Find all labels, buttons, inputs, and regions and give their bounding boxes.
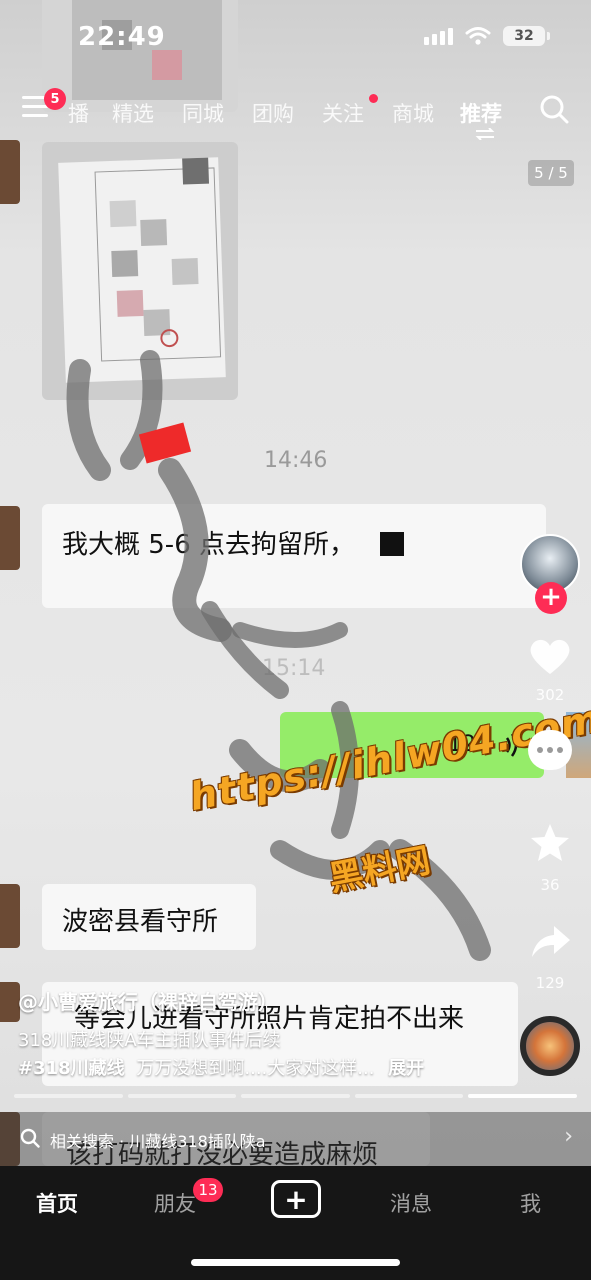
cellular-signal-icon [424, 27, 453, 45]
menu-badge: 5 [44, 88, 66, 110]
favorite-star-icon[interactable] [528, 822, 572, 864]
home-indicator [191, 1259, 400, 1266]
chat-avatar-left [0, 982, 20, 1022]
progress-segment [127, 1094, 237, 1098]
tab-mall[interactable]: 商城 [392, 98, 434, 128]
search-icon[interactable] [539, 94, 569, 124]
status-time: 22:49 [78, 22, 166, 52]
search-icon [20, 1128, 40, 1148]
like-heart-icon[interactable] [528, 636, 572, 676]
tab-live[interactable]: 播 [68, 98, 89, 128]
video-screen[interactable]: 14:46 我大概 5-6 点去拘留所， 15:14 12" 波密县看守所 等会… [0, 0, 591, 1280]
favorite-count: 36 [540, 876, 560, 894]
chat-avatar-left [0, 140, 20, 204]
tab-group-buy[interactable]: 团购 [252, 98, 294, 128]
page-indicator: 5 / 5 [528, 160, 574, 186]
caption-desc: 万万没想到啊....大家对这样... [136, 1058, 375, 1079]
related-search-bar[interactable]: 相关搜索 · 川藏线318插队陕a › [0, 1112, 591, 1166]
tab-home[interactable]: 首页 [36, 1188, 78, 1218]
chat-avatar-left [0, 506, 20, 570]
progress-segment [14, 1094, 123, 1098]
status-indicators: 32 [424, 26, 550, 46]
progress-segment [354, 1094, 464, 1098]
share-count: 129 [535, 974, 565, 992]
caption-line: #318川藏线 万万没想到啊....大家对这样... 展开 [18, 1054, 424, 1080]
author-name[interactable]: @小曹爱旅行（裸辞自驾游） [18, 986, 278, 1015]
create-button[interactable]: + [271, 1180, 321, 1218]
share-arrow-icon[interactable] [530, 924, 572, 960]
tab-friends[interactable]: 朋友 [154, 1188, 196, 1218]
battery-icon: 32 [503, 26, 550, 46]
progress-segment-active [468, 1094, 577, 1098]
like-count: 302 [535, 686, 565, 704]
wifi-icon [465, 27, 491, 45]
tab-following[interactable]: 关注 [322, 98, 364, 128]
expand-link[interactable]: 展开 [388, 1058, 424, 1079]
carousel-progress [14, 1094, 577, 1098]
video-title: 318川藏线陕A车主插队事件后续 [18, 1030, 281, 1051]
tab-featured[interactable]: 精选 [112, 98, 154, 128]
progress-segment [241, 1094, 350, 1098]
chevron-right-icon: › [564, 1124, 573, 1149]
swap-icon [475, 128, 495, 140]
follow-button[interactable]: + [535, 582, 567, 614]
friends-badge: 13 [193, 1178, 223, 1202]
tab-recommended[interactable]: 推荐 [460, 98, 502, 128]
comment-icon[interactable] [528, 730, 572, 770]
tab-nearby[interactable]: 同城 [182, 98, 224, 128]
tab-messages[interactable]: 消息 [390, 1188, 432, 1218]
music-disc[interactable] [520, 1016, 580, 1076]
following-dot [369, 94, 378, 103]
related-search-text: 相关搜索 · 川藏线318插队陕a [50, 1132, 266, 1151]
top-navigation: 5 播 精选 同城 团购 关注 商城 推荐 [0, 88, 591, 140]
hashtag[interactable]: #318川藏线 [18, 1058, 125, 1079]
chat-avatar-left [0, 884, 20, 948]
brush-watermark [66, 350, 491, 961]
tab-me[interactable]: 我 [520, 1188, 541, 1218]
